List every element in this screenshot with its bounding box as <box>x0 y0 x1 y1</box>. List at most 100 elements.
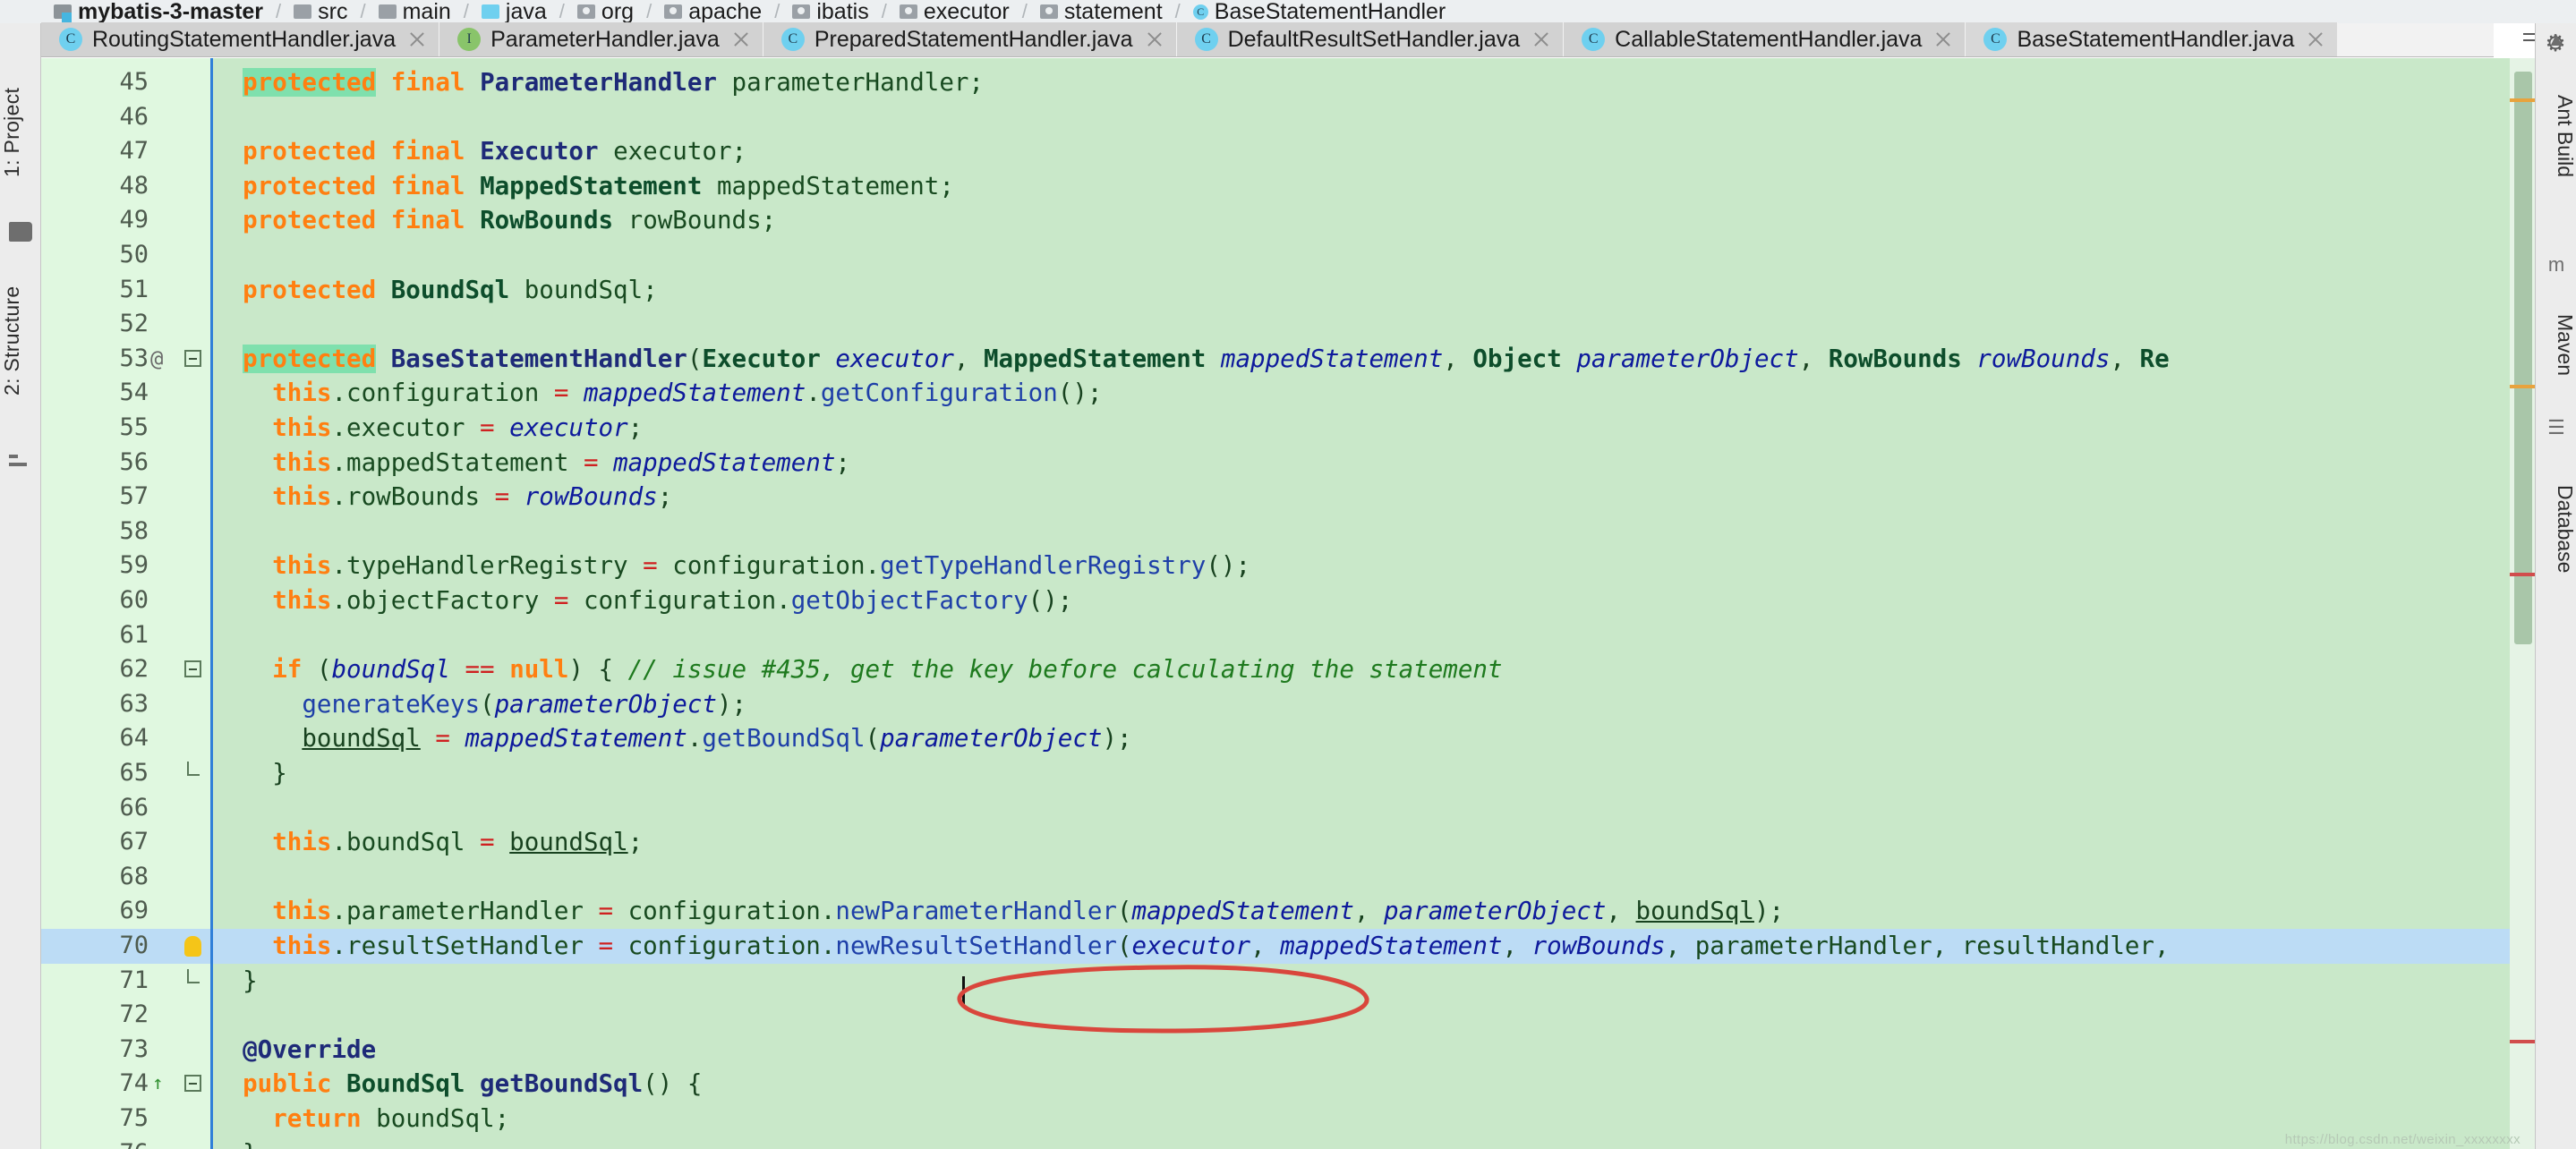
editor-tab-bar[interactable]: C RoutingStatementHandler.java I ParameterH… <box>41 22 2494 57</box>
code-line[interactable]: protected BoundSql boundSql; <box>213 273 2535 308</box>
code-line[interactable] <box>213 515 2535 549</box>
java-class-icon: C <box>59 28 82 51</box>
code-fold-end[interactable] <box>187 762 200 776</box>
left-tool-rail[interactable]: 1: Project 2: Structure <box>0 23 41 1149</box>
code-token: mappedStatement; <box>702 171 954 200</box>
breadcrumb[interactable]: mybatis-3-master / src / main / java / org / apach… <box>0 0 2576 23</box>
code-line[interactable]: this.boundSql = boundSql; <box>213 825 2535 860</box>
code-line[interactable] <box>213 998 2535 1033</box>
tab-callablestatementhandler[interactable]: C CallableStatementHandler.java <box>1564 22 1966 56</box>
tab-label: CallableStatementHandler.java <box>1615 26 1923 52</box>
code-token: mappedStatement <box>1220 344 1444 373</box>
code-token: , <box>1798 344 1829 373</box>
code-line[interactable] <box>213 238 2535 273</box>
tab-routingstatementhandler[interactable]: C RoutingStatementHandler.java <box>41 22 440 56</box>
breadcrumb-item-ibatis[interactable]: ibatis <box>792 0 869 23</box>
line-number: 72 <box>119 1000 149 1029</box>
code-fold-toggle[interactable] <box>184 660 201 678</box>
code-line[interactable]: this.configuration = mappedStatement.get… <box>213 376 2535 411</box>
code-fold-end[interactable] <box>187 968 200 983</box>
code-line[interactable]: } <box>213 1136 2535 1149</box>
code-line[interactable]: public BoundSql getBoundSql() { <box>213 1067 2535 1102</box>
code-line[interactable] <box>213 860 2535 895</box>
sidebar-item-ant-build[interactable]: Ant Build <box>2536 55 2576 217</box>
code-line[interactable] <box>213 100 2535 135</box>
code-line[interactable]: generateKeys(parameterObject); <box>213 687 2535 722</box>
code-editor[interactable]: 45 46 47 48 49 50 51 52 53 54 55 56 57 58 59 60 61 62 63 64… <box>41 58 2535 1149</box>
breadcrumb-item-apache[interactable]: apache <box>664 0 762 23</box>
breadcrumb-item-statement[interactable]: statement <box>1039 0 1163 23</box>
breadcrumb-item-main[interactable]: main <box>378 0 451 23</box>
folder-icon[interactable] <box>9 222 32 242</box>
code-token: ParameterHandler <box>480 68 717 97</box>
code-line[interactable] <box>213 618 2535 653</box>
editor-scrollbar-thumb[interactable] <box>2514 72 2532 644</box>
breadcrumb-item-executor[interactable]: executor <box>899 0 1010 23</box>
code-line[interactable]: @Override <box>213 1033 2535 1068</box>
close-icon[interactable] <box>1146 30 1164 48</box>
code-line[interactable]: this.rowBounds = rowBounds; <box>213 480 2535 515</box>
code-line[interactable]: protected BaseStatementHandler(Executor … <box>213 342 2535 377</box>
breadcrumb-item-org[interactable]: org <box>576 0 634 23</box>
sidebar-item-project[interactable]: 1: Project <box>0 52 41 213</box>
tab-basestatementhandler[interactable]: C BaseStatementHandler.java <box>1966 22 2339 56</box>
tab-parameterhandler[interactable]: I ParameterHandler.java <box>439 22 763 56</box>
intention-bulb-icon[interactable] <box>184 936 201 957</box>
code-line[interactable]: } <box>213 756 2535 791</box>
error-marker[interactable] <box>2510 573 2535 576</box>
breadcrumb-item-java[interactable]: java <box>481 0 547 23</box>
close-icon[interactable] <box>408 30 426 48</box>
package-icon <box>664 4 683 19</box>
breadcrumb-item-src[interactable]: src <box>294 0 347 23</box>
code-fold-toggle[interactable] <box>184 1075 201 1093</box>
close-icon[interactable] <box>732 30 750 48</box>
close-icon[interactable] <box>2307 30 2324 48</box>
line-number: 46 <box>119 102 149 131</box>
close-icon[interactable] <box>1532 30 1550 48</box>
line-number: 48 <box>119 171 149 200</box>
code-line[interactable]: boundSql = mappedStatement.getBoundSql(p… <box>213 721 2535 756</box>
code-token: = <box>494 482 510 512</box>
code-line[interactable]: protected final Executor executor; <box>213 134 2535 169</box>
code-line[interactable] <box>213 791 2535 826</box>
code-line[interactable]: return boundSql; <box>213 1102 2535 1136</box>
error-marker[interactable] <box>2510 98 2535 102</box>
sidebar-item-structure[interactable]: 2: Structure <box>0 247 41 435</box>
code-line[interactable]: this.executor = executor; <box>213 411 2535 446</box>
code-line[interactable] <box>213 307 2535 342</box>
code-line[interactable]: protected final RowBounds rowBounds; <box>213 203 2535 238</box>
override-gutter-icon[interactable]: ↑ <box>152 1072 164 1094</box>
tab-preparedstatementhandler[interactable]: C PreparedStatementHandler.java <box>763 22 1177 56</box>
code-line[interactable]: protected final ParameterHandler paramet… <box>213 65 2535 100</box>
code-line[interactable]: this.objectFactory = configuration.getOb… <box>213 583 2535 618</box>
close-icon[interactable] <box>1934 30 1952 48</box>
code-line[interactable]: this.mappedStatement = mappedStatement; <box>213 446 2535 481</box>
error-marker[interactable] <box>2510 1040 2535 1043</box>
right-tool-rail[interactable]: ⚙ ▲ Ant Build m Maven ☰ Database <box>2535 23 2576 1149</box>
code-token: boundSql <box>1635 897 1754 926</box>
breadcrumb-item-mybatis-3-master[interactable]: mybatis-3-master <box>54 0 263 23</box>
breadcrumb-item-basestatementhandler[interactable]: BaseStatementHandler <box>1192 0 1446 23</box>
code-fold-toggle[interactable] <box>184 349 201 367</box>
code-line[interactable]: this.parameterHandler = configuration.ne… <box>213 894 2535 929</box>
code-token: , <box>1250 932 1281 960</box>
code-line[interactable]: protected final MappedStatement mappedSt… <box>213 169 2535 204</box>
code-content[interactable]: protected final ParameterHandler paramet… <box>213 58 2535 1149</box>
sidebar-item-database[interactable]: Database <box>2536 444 2576 614</box>
code-line[interactable]: this.typeHandlerRegistry = configuration… <box>213 549 2535 583</box>
error-marker[interactable] <box>2510 385 2535 388</box>
code-token: this <box>272 551 332 581</box>
tab-defaultresultsethandler[interactable]: C DefaultResultSetHandler.java <box>1176 22 1565 56</box>
annotation-gutter-icon[interactable]: @ <box>150 346 163 371</box>
code-line[interactable]: if (boundSql == null) { // issue #435, g… <box>213 652 2535 687</box>
structure-icon[interactable] <box>9 451 32 471</box>
sidebar-item-maven[interactable]: Maven <box>2536 283 2576 408</box>
code-line[interactable]: } <box>213 964 2535 999</box>
code-line[interactable]: this.resultSetHandler = configuration.ne… <box>213 929 2535 964</box>
editor-gutter[interactable]: 45 46 47 48 49 50 51 52 53 54 55 56 57 58 59 60 61 62 63 64… <box>41 58 210 1149</box>
